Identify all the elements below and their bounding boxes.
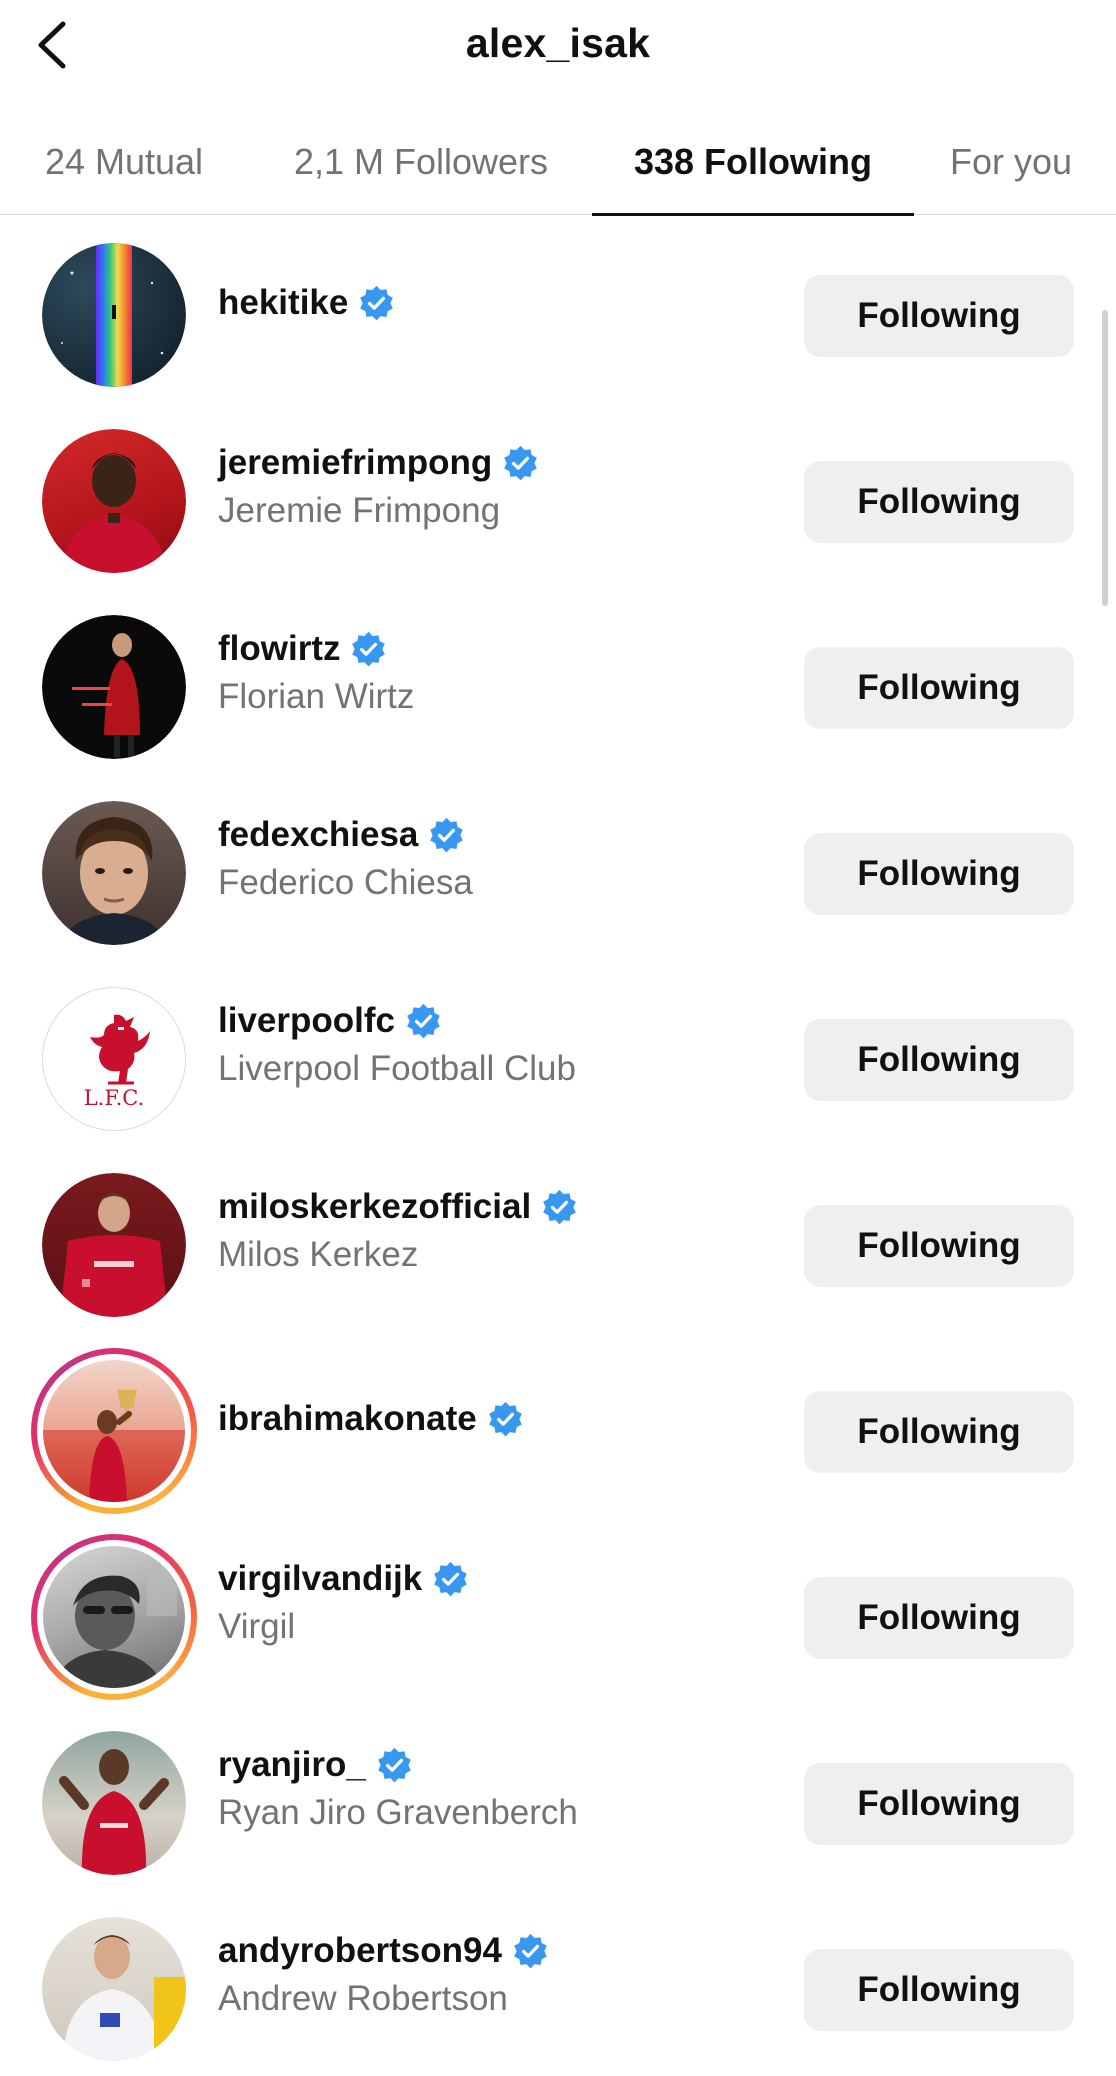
list-item[interactable]: flowirtz Florian Wirtz Following	[0, 587, 1116, 774]
list-item[interactable]: hekitike Following	[0, 215, 1116, 402]
full-name: Florian Wirtz	[218, 677, 415, 716]
verified-badge-icon	[434, 1561, 468, 1596]
avatar[interactable]	[42, 615, 186, 759]
username[interactable]: ryanjiro_	[218, 1745, 366, 1785]
full-name: Federico Chiesa	[218, 863, 473, 902]
rainbow-image	[61, 243, 164, 387]
account-names: flowirtz Florian Wirtz	[218, 627, 778, 717]
following-button[interactable]: Following	[804, 461, 1074, 543]
account-names: virgilvandijk Virgil	[218, 1557, 778, 1647]
full-name: Ryan Jiro Gravenberch	[218, 1793, 578, 1832]
username[interactable]: fedexchiesa	[218, 815, 418, 855]
full-name: Jeremie Frimpong	[218, 491, 501, 530]
verified-badge-icon	[504, 445, 538, 480]
following-button[interactable]: Following	[804, 1205, 1074, 1287]
tab-following[interactable]: 338 Following	[592, 110, 914, 216]
verified-badge-icon	[352, 631, 386, 666]
following-button[interactable]: Following	[804, 1949, 1074, 2031]
following-button[interactable]: Following	[804, 647, 1074, 729]
top-bar: alex_isak	[0, 0, 1116, 90]
username[interactable]: ibrahimakonate	[218, 1399, 477, 1439]
list-item[interactable]: jeremiefrimpong Jeremie Frimpong Followi…	[0, 401, 1116, 588]
verified-badge-icon	[543, 1189, 576, 1224]
full-name: Virgil	[218, 1607, 296, 1646]
account-names: fedexchiesa Federico Chiesa	[218, 813, 778, 903]
person-silhouette	[72, 633, 140, 757]
verified-badge-icon	[514, 1933, 547, 1968]
username[interactable]: virgilvandijk	[218, 1559, 422, 1599]
person-silhouette	[62, 453, 166, 573]
person-silhouette	[59, 1749, 169, 1875]
avatar-story-ring[interactable]	[31, 1534, 197, 1700]
page-title: alex_isak	[465, 20, 651, 66]
verified-badge-icon	[378, 1747, 411, 1782]
trophy-celebration-image	[43, 1390, 185, 1502]
full-name: Liverpool Football Club	[218, 1049, 576, 1088]
account-names: ibrahimakonate	[218, 1397, 778, 1441]
username[interactable]: jeremiefrimpong	[218, 443, 492, 483]
full-name: Milos Kerkez	[218, 1235, 419, 1274]
person-silhouette	[60, 1193, 168, 1317]
liverbird-logo: L.F.C.	[84, 1014, 150, 1110]
following-button[interactable]: Following	[804, 833, 1074, 915]
following-button[interactable]: Following	[804, 275, 1074, 357]
avatar[interactable]: L.F.C.	[42, 987, 186, 1131]
list-item[interactable]: miloskerkezofficial Milos Kerkez Followi…	[0, 1145, 1116, 1332]
person-portrait	[62, 817, 166, 945]
avatar[interactable]	[42, 1173, 186, 1317]
avatar[interactable]	[42, 429, 186, 573]
username[interactable]: hekitike	[218, 283, 348, 323]
account-names: andyrobertson94 Andrew Robertson	[218, 1929, 778, 2019]
username[interactable]: miloskerkezofficial	[218, 1187, 531, 1227]
full-name: Andrew Robertson	[218, 1979, 508, 2018]
avatar[interactable]	[42, 243, 186, 387]
account-names: liverpoolfc Liverpool Football Club	[218, 999, 778, 1089]
username[interactable]: flowirtz	[218, 629, 340, 669]
list-item[interactable]: fedexchiesa Federico Chiesa Following	[0, 773, 1116, 960]
bw-portrait-image	[53, 1566, 177, 1688]
avatar[interactable]	[42, 1917, 186, 2061]
username[interactable]: liverpoolfc	[218, 1001, 395, 1041]
following-button[interactable]: Following	[804, 1763, 1074, 1845]
following-button[interactable]: Following	[804, 1019, 1074, 1101]
avatar[interactable]	[42, 1731, 186, 1875]
lfc-logo-text: L.F.C.	[84, 1086, 145, 1110]
tab-followers[interactable]: 2,1 M Followers	[258, 110, 584, 214]
verified-badge-icon	[430, 817, 464, 852]
account-names: hekitike	[218, 281, 778, 325]
tab-bar: 24 Mutual 2,1 M Followers 338 Following …	[0, 110, 1116, 216]
account-names: ryanjiro_ Ryan Jiro Gravenberch	[218, 1743, 778, 1833]
verified-badge-icon	[488, 1401, 522, 1436]
list-item[interactable]: virgilvandijk Virgil Following	[0, 1517, 1116, 1704]
following-button[interactable]: Following	[804, 1577, 1074, 1659]
person-silhouette	[62, 1935, 186, 2061]
avatar[interactable]	[42, 801, 186, 945]
username[interactable]: andyrobertson94	[218, 1931, 502, 1971]
tab-for-you[interactable]: For you	[930, 110, 1116, 214]
account-names: miloskerkezofficial Milos Kerkez	[218, 1185, 778, 1275]
account-names: jeremiefrimpong Jeremie Frimpong	[218, 441, 778, 531]
verified-badge-icon	[407, 1003, 440, 1038]
list-item[interactable]: L.F.C. liverpoolfc Liverpool Football Cl…	[0, 959, 1116, 1146]
list-item[interactable]: ibrahimakonate Following	[0, 1331, 1116, 1518]
following-button[interactable]: Following	[804, 1391, 1074, 1473]
verified-badge-icon	[360, 285, 394, 320]
tab-mutual[interactable]: 24 Mutual	[0, 110, 248, 214]
list-item[interactable]: ryanjiro_ Ryan Jiro Gravenberch Followin…	[0, 1703, 1116, 1890]
avatar-story-ring[interactable]	[31, 1348, 197, 1514]
scrollbar[interactable]	[1102, 310, 1108, 606]
